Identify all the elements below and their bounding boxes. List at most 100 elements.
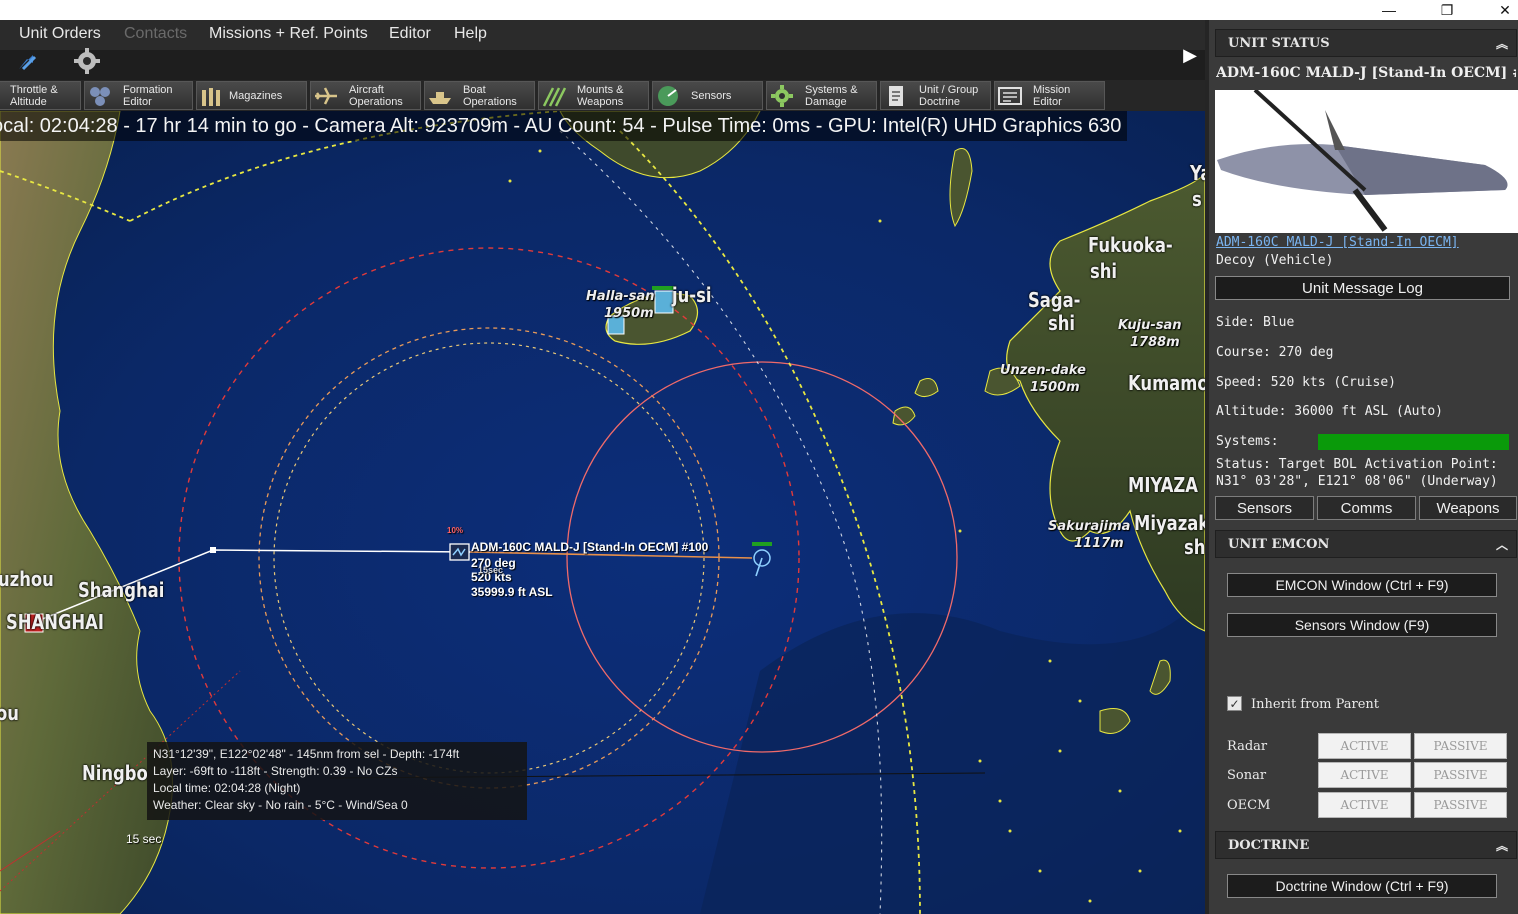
collapse-chevron-icon[interactable]: ︿ xyxy=(1496,531,1508,559)
oecm-active-button[interactable]: ACTIVE xyxy=(1318,792,1411,818)
pointer-icon[interactable] xyxy=(10,44,44,78)
toolbar-label: Formation Editor xyxy=(123,83,173,108)
formation-icon xyxy=(85,83,115,109)
unit-tag: 10% xyxy=(447,526,464,535)
menu-unit-orders[interactable]: Unit Orders xyxy=(19,25,101,43)
sensors-button[interactable]: Sensors xyxy=(652,81,763,110)
tooltip-line: Weather: Clear sky - No rain - 5°C - Win… xyxy=(153,798,408,812)
peak-label-kuju-elev: 1788m xyxy=(1130,335,1180,350)
collapse-chevron-icon[interactable]: ︽ xyxy=(1496,30,1508,58)
unit-emcon-header[interactable]: UNIT EMCON ︿ xyxy=(1215,530,1517,558)
doctrine-title: DOCTRINE xyxy=(1228,838,1310,853)
place-label-fukuoka-shi: shi xyxy=(1090,259,1118,283)
radar-passive-button[interactable]: PASSIVE xyxy=(1414,733,1507,759)
doctrine-header[interactable]: DOCTRINE ︽ xyxy=(1215,831,1517,859)
place-label-s: s xyxy=(1192,187,1202,211)
unit-group-doctrine-button[interactable]: Unit / Group Doctrine xyxy=(880,81,991,110)
place-label-jeju: ju-si xyxy=(672,283,712,307)
magazines-button[interactable]: Magazines xyxy=(196,81,307,110)
window-title-bar: — ❐ ✕ xyxy=(0,0,1518,20)
collapse-panel-arrow-icon[interactable]: ▶ xyxy=(1180,42,1200,68)
place-label-shanghai: Shanghai xyxy=(78,578,165,602)
emcon-row-label: OECM xyxy=(1227,798,1271,813)
tooltip-line: N31°12'39", E122°02'48" - 145nm from sel… xyxy=(153,747,460,761)
systems-health-fill xyxy=(1318,434,1509,450)
place-label-kumamoto: Kumamoto xyxy=(1128,371,1205,395)
emcon-row-label: Sonar xyxy=(1227,768,1267,783)
mission-editor-icon xyxy=(995,83,1025,109)
peak-label-sakura-elev: 1117m xyxy=(1074,536,1124,551)
sensors-window-button[interactable]: Sensors Window (F9) xyxy=(1227,613,1497,637)
magazines-icon xyxy=(197,83,227,109)
mounts-weapons-button[interactable]: Mounts & Weapons xyxy=(538,81,649,110)
unit-image xyxy=(1215,88,1518,233)
map-tooltip: N31°12'39", E122°02'48" - 145nm from sel… xyxy=(147,742,527,820)
place-label-miyazaki: Miyazaki- xyxy=(1134,511,1205,535)
toolbar-label: Mission Editor xyxy=(1033,83,1071,108)
place-label-ningbo: Ningbo xyxy=(82,761,148,785)
toolbar-label: Throttle & Altitude xyxy=(10,83,58,108)
menu-help[interactable]: Help xyxy=(454,25,487,43)
menu-editor[interactable]: Editor xyxy=(389,25,431,43)
systems-health-bar xyxy=(1318,434,1509,450)
throttle-altitude-button[interactable]: Throttle & Altitude xyxy=(0,81,81,110)
aircraft-icon xyxy=(311,83,341,109)
mission-editor-button[interactable]: Mission Editor xyxy=(994,81,1105,110)
place-label-miyaza: MIYAZA xyxy=(1128,473,1199,497)
unit-title: ADM-160C MALD-J [Stand-In OECM] #10 xyxy=(1216,65,1516,81)
toolbar-label: Unit / Group Doctrine xyxy=(919,83,979,108)
mounts-icon xyxy=(539,83,569,109)
tooltip-line: Local time: 02:04:28 (Night) xyxy=(153,781,301,795)
unit-message-log-button[interactable]: Unit Message Log xyxy=(1215,276,1510,300)
sonar-active-button[interactable]: ACTIVE xyxy=(1318,762,1411,788)
place-label-saga-shi: shi xyxy=(1048,311,1076,335)
sonar-passive-button[interactable]: PASSIVE xyxy=(1414,762,1507,788)
toolbar-label: Mounts & Weapons xyxy=(577,83,624,108)
boat-icon xyxy=(425,83,455,109)
boat-operations-button[interactable]: Boat Operations xyxy=(424,81,535,110)
systems-damage-button[interactable]: Systems & Damage xyxy=(766,81,877,110)
unit-eta-label: 15sec xyxy=(478,565,504,575)
collapse-chevron-icon[interactable]: ︽ xyxy=(1496,832,1508,860)
toolbar-label: Aircraft Operations xyxy=(349,83,403,108)
close-button[interactable]: ✕ xyxy=(1482,0,1518,20)
restore-button[interactable]: ❐ xyxy=(1424,0,1470,20)
formation-editor-button[interactable]: Formation Editor xyxy=(84,81,193,110)
emcon-row-label: Radar xyxy=(1227,739,1268,754)
emcon-window-button[interactable]: EMCON Window (Ctrl + F9) xyxy=(1227,573,1497,597)
place-label-miyazaki-shi: shi xyxy=(1184,535,1205,559)
unit-name-label[interactable]: ADM-160C MALD-J [Stand-In OECM] #100 xyxy=(471,540,708,554)
radar-active-button[interactable]: ACTIVE xyxy=(1318,733,1411,759)
toolbar-label: Systems & Damage xyxy=(805,83,858,108)
gear-icon[interactable] xyxy=(70,44,104,78)
peak-label-kuju: Kuju-san xyxy=(1118,318,1182,333)
unit-speed: Speed: 520 kts (Cruise) xyxy=(1216,375,1397,390)
menu-missions[interactable]: Missions + Ref. Points xyxy=(209,25,368,43)
unit-status-coords: N31° 03'28", E121° 08'06" (Underway) xyxy=(1216,474,1498,489)
unit-class-link[interactable]: ADM-160C MALD-J [Stand-In OECM] xyxy=(1216,235,1459,250)
unit-emcon-title: UNIT EMCON xyxy=(1228,537,1330,552)
unit-altitude-label: 35999.9 ft ASL xyxy=(471,585,553,599)
inherit-label: Inherit from Parent xyxy=(1251,697,1380,712)
sensors-panel-button[interactable]: Sensors xyxy=(1215,496,1314,520)
peak-label-unzen: Unzen-dake xyxy=(1000,363,1086,378)
aircraft-operations-button[interactable]: Aircraft Operations xyxy=(310,81,421,110)
oecm-passive-button[interactable]: PASSIVE xyxy=(1414,792,1507,818)
minimize-button[interactable]: — xyxy=(1366,0,1412,20)
doctrine-window-button[interactable]: Doctrine Window (Ctrl + F9) xyxy=(1227,874,1497,898)
unit-status-line: Status: Target BOL Activation Point: xyxy=(1216,457,1498,472)
inherit-checkbox[interactable]: ✓ xyxy=(1227,696,1242,711)
side-panel: UNIT STATUS ︽ ADM-160C MALD-J [Stand-In … xyxy=(1205,20,1518,914)
tooltip-line: Layer: -69ft to -118ft - Strength: 0.39 … xyxy=(153,764,398,778)
place-label-shanghai-caps: SHANGHAI xyxy=(6,610,104,634)
peak-label-halla: Halla-san xyxy=(586,289,655,304)
unit-status-title: UNIT STATUS xyxy=(1228,36,1330,51)
comms-panel-button[interactable]: Comms xyxy=(1317,496,1416,520)
unit-status-header[interactable]: UNIT STATUS ︽ xyxy=(1215,29,1517,57)
peak-label-sakura: Sakurajima xyxy=(1048,519,1131,534)
weapons-panel-button[interactable]: Weapons xyxy=(1419,496,1517,520)
status-info-bar: ocal: 02:04:28 - 17 hr 14 min to go - Ca… xyxy=(0,111,1128,141)
menu-contacts[interactable]: Contacts xyxy=(124,25,187,43)
unit-type: Decoy (Vehicle) xyxy=(1216,253,1334,268)
tactical-map[interactable]: Shanghai SHANGHAI uzhou Ningbo ou Fukuok… xyxy=(0,111,1205,914)
